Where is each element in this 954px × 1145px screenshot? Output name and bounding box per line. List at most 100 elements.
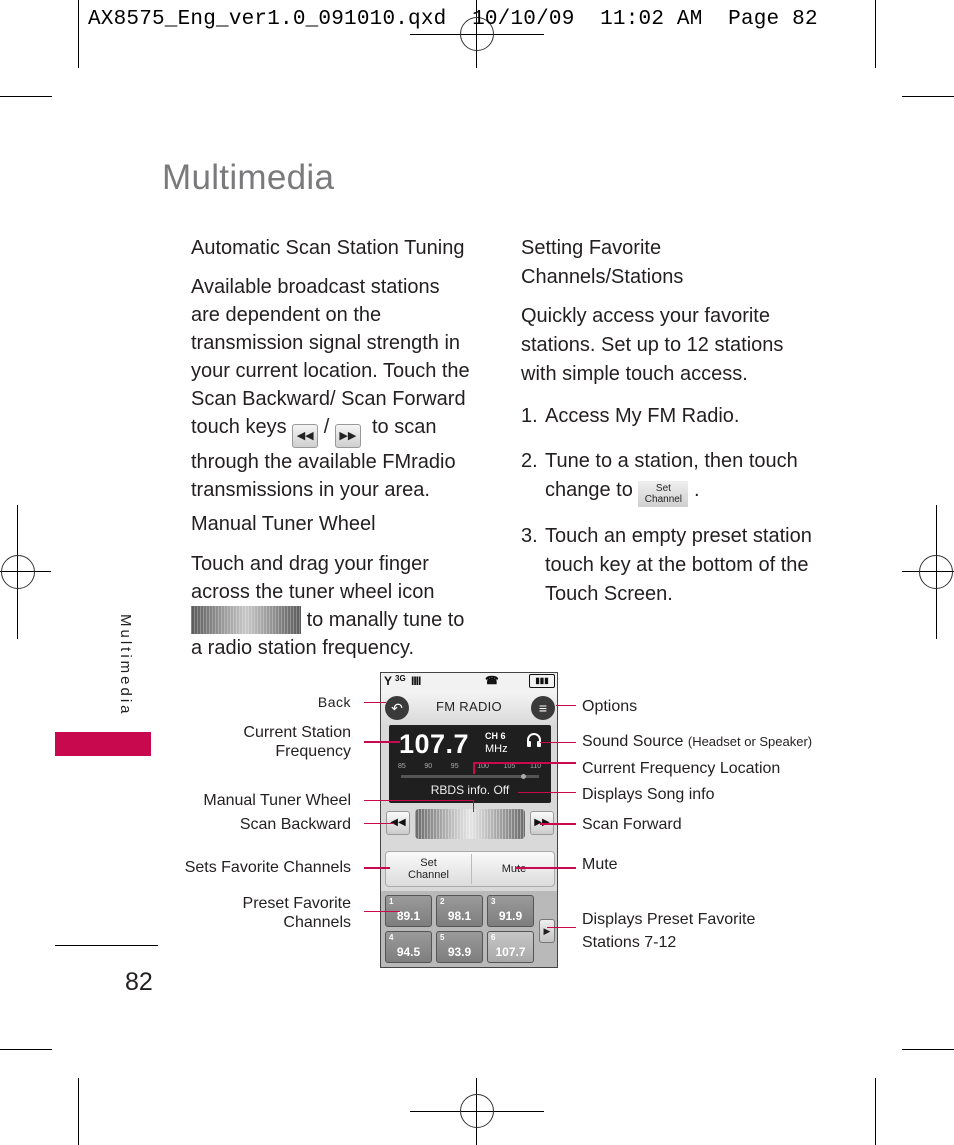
crop-mark	[902, 1049, 954, 1050]
preset-number: 5	[440, 933, 445, 942]
callout-line	[473, 800, 474, 812]
favorites-heading-line2: Channels/Stations	[521, 266, 684, 288]
options-button[interactable]: ≡	[531, 696, 555, 720]
callout-displays-preset-line1: Displays Preset Favorite	[582, 911, 756, 928]
page-number-rule	[55, 945, 158, 946]
favorites-heading-line1: Setting Favorite	[521, 237, 662, 259]
preset-frequency: 98.1	[447, 909, 472, 923]
callout-line	[364, 800, 474, 801]
auto-scan-text: Available broadcast stations are depende…	[191, 273, 473, 504]
favorites-heading: Setting Favorite Channels/Stations	[521, 234, 683, 292]
step-text-part2: .	[693, 479, 700, 501]
callout-line	[473, 762, 576, 764]
crop-mark	[902, 96, 954, 97]
callout-line	[364, 867, 390, 869]
step-number: 2.	[521, 450, 538, 472]
preset-frequency: 93.9	[447, 945, 472, 959]
key-separator: /	[323, 416, 330, 438]
more-presets-button[interactable]: ▶	[539, 919, 555, 943]
preset-frequency: 91.9	[498, 909, 523, 923]
slug-time: 11:02 AM	[600, 8, 703, 31]
step-text: Tune to a station, then touch change to …	[545, 447, 825, 507]
scale-tick-label: 110	[530, 763, 542, 770]
callout-scan-backward: Scan Backward	[239, 816, 351, 833]
callout-current-station: Current Station Frequency	[200, 723, 351, 761]
callout-back: Back	[317, 694, 351, 710]
section-side-tab: Multimedia	[117, 614, 134, 717]
callout-preset-line1: Preset Favorite	[242, 895, 351, 912]
registration-circle	[460, 1094, 494, 1128]
crop-mark	[78, 1078, 79, 1145]
callout-options: Options	[582, 698, 638, 715]
callout-scan-forward: Scan Forward	[582, 816, 682, 833]
callout-preset-line2: Channels	[283, 914, 351, 931]
callout-preset-favorite: Preset Favorite Channels	[200, 894, 351, 932]
scale-tick-label: 105	[503, 763, 516, 770]
preset-number: 3	[491, 897, 496, 906]
print-slug: AX8575_Eng_ver1.0_091010.qxd 10/10/09 11…	[88, 8, 818, 31]
callout-line	[364, 702, 386, 703]
registration-circle	[919, 555, 953, 589]
mute-button[interactable]: Mute	[472, 852, 556, 886]
slug-filename: AX8575_Eng_ver1.0_091010.qxd	[88, 8, 447, 31]
screen-header: ↶ FM RADIO ≡	[381, 691, 557, 725]
callout-song-info: Displays Song info	[582, 786, 715, 803]
callout-sound-source-text: Sound Source	[582, 733, 684, 750]
signal-icon: Y	[384, 674, 393, 688]
scale-tick-label: 100	[477, 763, 489, 770]
fm-radio-screen: Y 3G IIII ☎ ▮▮▮ ↶ FM RADIO ≡ 107.7 CH 6 …	[380, 672, 558, 968]
callout-line	[516, 867, 576, 869]
callout-line	[556, 705, 576, 706]
preset-number: 1	[389, 897, 394, 906]
preset-button[interactable]: 3 91.9	[487, 895, 534, 927]
set-channel-button[interactable]: Set Channel	[386, 852, 471, 886]
manual-tuner-heading: Manual Tuner Wheel	[191, 513, 376, 535]
favorites-intro: Quickly access your favorite stations. S…	[521, 305, 784, 385]
crop-mark	[0, 96, 52, 97]
frequency-scale-bar	[401, 775, 539, 778]
callout-line	[518, 792, 576, 793]
callout-line	[364, 741, 400, 743]
set-channel-line2: Channel	[408, 869, 449, 881]
scale-tick-label: 90	[424, 763, 433, 770]
step-text: Touch an empty preset station touch key …	[545, 525, 812, 605]
step-number: 3.	[521, 525, 538, 547]
callout-line	[364, 823, 394, 824]
callout-line	[540, 742, 576, 743]
callout-line	[364, 911, 400, 912]
preset-grid: 1 89.1 2 98.1 3 91.9 4 94.5 5 93.9 6 107.7 ▶	[381, 891, 557, 967]
auto-scan-heading: Automatic Scan Station Tuning	[191, 237, 465, 259]
crop-mark	[0, 1049, 52, 1050]
preset-button[interactable]: 4 94.5	[385, 931, 432, 963]
callout-sound-source: Sound Source (Headset or Speaker)	[582, 732, 812, 751]
scan-forward-icon: ▶▶	[334, 424, 361, 448]
step-text: Access My FM Radio.	[545, 405, 740, 427]
3g-1x-icon: 3G	[395, 674, 406, 683]
step-number: 1.	[521, 405, 538, 427]
battery-icon: ▮▮▮	[529, 674, 555, 688]
callout-line	[473, 762, 475, 774]
manual-tuner-text: Touch and drag your finger across the tu…	[191, 550, 473, 662]
callout-current-station-line1: Current Station	[243, 724, 351, 741]
callout-current-station-line2: Frequency	[275, 743, 351, 760]
registration-circle	[1, 555, 35, 589]
callout-current-freq-location: Current Frequency Location	[582, 760, 781, 777]
headphones-glyph	[527, 733, 541, 747]
action-bar: Set Channel Mute	[385, 851, 555, 887]
slug-date: 10/10/09	[472, 8, 575, 31]
set-channel-icon-line2: Channel	[644, 494, 683, 505]
manual-tuner-wheel[interactable]	[415, 809, 525, 839]
status-bar: Y 3G IIII ☎ ▮▮▮	[381, 673, 557, 691]
scale-tick-label: 95	[450, 763, 459, 770]
headset-icon[interactable]	[525, 731, 543, 749]
current-frequency-marker	[520, 774, 526, 779]
callout-sound-source-note: (Headset or Speaker)	[687, 734, 813, 749]
preset-button[interactable]: 5 93.9	[436, 931, 483, 963]
preset-frequency: 107.7	[495, 945, 526, 959]
set-channel-icon-line1: Set	[655, 483, 671, 494]
preset-button[interactable]: 2 98.1	[436, 895, 483, 927]
tuner-row: ◀◀ ▶▶	[381, 807, 557, 847]
callout-displays-preset-line2: Stations 7-12	[582, 934, 677, 951]
set-channel-line1: Set	[420, 857, 437, 869]
preset-button-active[interactable]: 6 107.7	[487, 931, 534, 963]
